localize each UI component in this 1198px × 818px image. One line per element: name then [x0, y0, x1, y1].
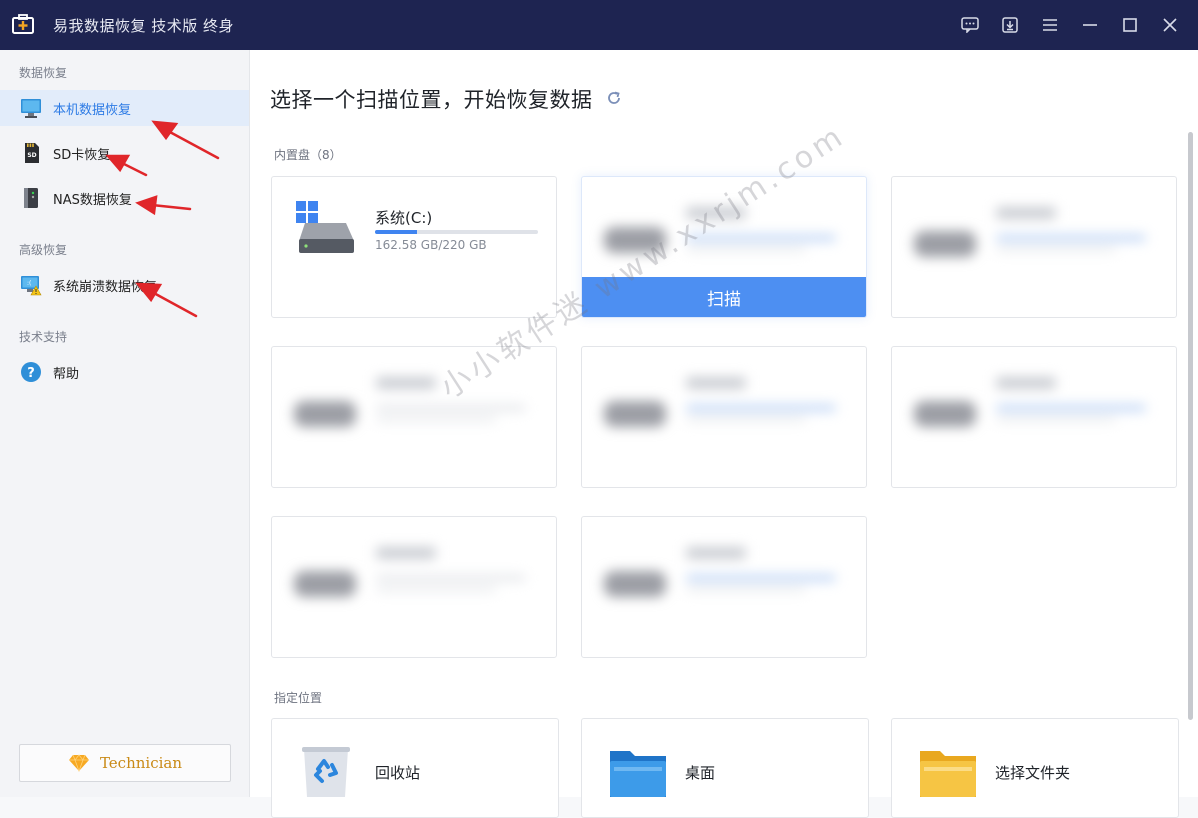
technician-button[interactable]: Technician: [19, 744, 231, 782]
location-label: 桌面: [685, 764, 716, 782]
sidebar-item-help[interactable]: ? 帮助: [0, 354, 249, 390]
maximize-button[interactable]: [1118, 13, 1142, 37]
disk-card-c[interactable]: 系统(C:) 162.58 GB/220 GB: [271, 176, 557, 318]
blurred-disk-info: [582, 347, 866, 487]
page-title: 选择一个扫描位置，开始恢复数据: [270, 88, 593, 112]
location-desktop[interactable]: 桌面: [581, 718, 869, 818]
disk-name: 系统(C:): [375, 209, 433, 227]
main-panel: 选择一个扫描位置，开始恢复数据 内置盘（8） 系统(C:) 162.58 GB/…: [250, 50, 1198, 818]
disk-card-6[interactable]: [891, 346, 1177, 488]
feedback-button[interactable]: [958, 13, 982, 37]
feedback-icon: [961, 17, 979, 33]
location-label: 回收站: [375, 764, 421, 782]
update-download-icon: [1002, 17, 1018, 33]
app-title: 易我数据恢复 技术版 终身: [53, 17, 235, 35]
sidebar-item-local-recovery[interactable]: 本机数据恢复: [0, 90, 249, 126]
disk-size: 162.58 GB/220 GB: [375, 238, 487, 252]
desktop-folder-icon: [610, 751, 666, 797]
svg-text:?: ?: [27, 366, 35, 381]
menu-button[interactable]: [1038, 13, 1062, 37]
folder-icon: [920, 751, 976, 797]
sd-card-icon: SD: [25, 143, 39, 163]
blurred-disk-info: [272, 517, 556, 657]
specified-location-label: 指定位置: [274, 691, 323, 705]
system-crash-icon: :(: [21, 276, 42, 296]
title-bar: 易我数据恢复 技术版 终身: [0, 0, 1198, 50]
refresh-icon[interactable]: [606, 90, 622, 106]
scan-button[interactable]: 扫描: [582, 277, 866, 317]
blurred-disk-info: [892, 347, 1176, 487]
sidebar: 数据恢复 本机数据恢复 SD SD卡恢复 NAS数据恢复 高级恢复 :( 系统崩…: [0, 50, 250, 797]
sidebar-item-label: NAS数据恢复: [53, 192, 132, 208]
update-button[interactable]: [998, 13, 1022, 37]
monitor-icon: [21, 99, 41, 118]
sidebar-item-label: SD卡恢复: [53, 147, 111, 163]
nas-server-icon: [24, 188, 38, 208]
location-recycle-bin[interactable]: 回收站: [271, 718, 559, 818]
sidebar-item-label: 本机数据恢复: [53, 102, 132, 118]
location-choose-folder[interactable]: 选择文件夹: [891, 718, 1179, 818]
blurred-disk-info: [582, 517, 866, 657]
svg-text:SD: SD: [27, 152, 36, 159]
blurred-disk-info: [272, 347, 556, 487]
location-label: 选择文件夹: [995, 764, 1071, 782]
maximize-icon: [1123, 18, 1137, 32]
disk-card-2[interactable]: 扫描: [581, 176, 867, 318]
section-support: 技术支持: [19, 330, 68, 344]
svg-text::(: :(: [27, 280, 31, 287]
blurred-disk-info: [892, 177, 1176, 317]
section-advanced: 高级恢复: [19, 243, 68, 257]
internal-disks-label: 内置盘（8）: [274, 148, 342, 162]
windows-disk-icon: [296, 201, 354, 253]
close-button[interactable]: [1158, 13, 1182, 37]
sidebar-item-label: 帮助: [53, 366, 80, 382]
scrollbar[interactable]: [1188, 132, 1193, 720]
menu-icon: [1043, 19, 1057, 31]
sidebar-item-nas[interactable]: NAS数据恢复: [0, 180, 249, 216]
disk-card-5[interactable]: [581, 346, 867, 488]
disk-card-8[interactable]: [581, 516, 867, 658]
disk-card-7[interactable]: [271, 516, 557, 658]
toolbox-plus-icon: [12, 14, 34, 34]
close-icon: [1163, 18, 1177, 32]
minimize-icon: [1083, 24, 1097, 26]
disk-card-4[interactable]: [271, 346, 557, 488]
minimize-button[interactable]: [1078, 13, 1102, 37]
technician-label: Technician: [99, 754, 183, 772]
disk-card-3[interactable]: [891, 176, 1177, 318]
disk-usage-fill: [375, 230, 418, 234]
diamond-icon: [68, 754, 89, 772]
help-icon: ?: [21, 362, 41, 382]
sidebar-item-label: 系统崩溃数据恢复: [53, 279, 158, 295]
recycle-bin-icon: [302, 747, 350, 797]
section-data-recovery: 数据恢复: [19, 66, 68, 80]
sidebar-item-sd-card[interactable]: SD SD卡恢复: [0, 135, 249, 171]
sidebar-item-system-crash[interactable]: :( 系统崩溃数据恢复: [0, 267, 249, 303]
disk-usage-bar: [375, 230, 538, 234]
